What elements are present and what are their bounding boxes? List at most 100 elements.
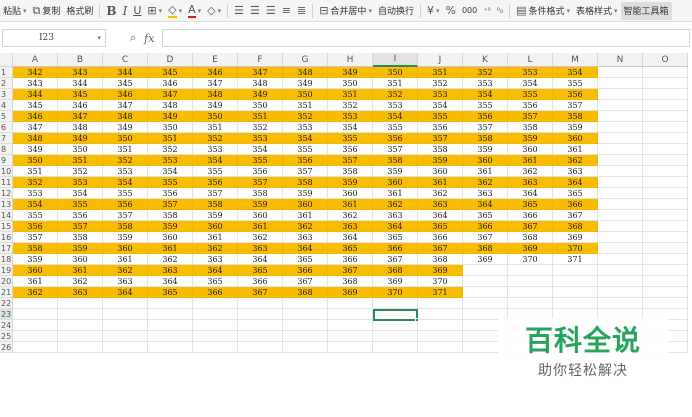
column-header-b[interactable]: B [58,53,103,67]
cell-i9[interactable]: 358 [373,155,418,166]
cell-d22[interactable] [148,298,193,309]
cell-h1[interactable]: 349 [328,67,373,78]
cell-c14[interactable]: 357 [103,210,148,221]
align-top-button[interactable]: ☰ [231,2,247,20]
row-header[interactable]: 8 [0,144,13,155]
cell-g7[interactable]: 354 [283,133,328,144]
cell-f14[interactable]: 360 [238,210,283,221]
select-all-corner[interactable] [0,53,13,67]
cell-i25[interactable] [373,331,418,342]
cell-j24[interactable] [418,320,463,331]
cell-m13[interactable]: 366 [553,199,598,210]
cell-g24[interactable] [283,320,328,331]
cell-m17[interactable]: 370 [553,243,598,254]
border-button[interactable]: ⊞ ▾ [144,2,165,20]
thousands-button[interactable]: 000 [459,2,480,20]
cell-i8[interactable]: 357 [373,144,418,155]
cell-j18[interactable]: 368 [418,254,463,265]
cell-g20[interactable]: 367 [283,276,328,287]
cell-h16[interactable]: 364 [328,232,373,243]
cell-o16[interactable] [643,232,688,243]
cell-c17[interactable]: 360 [103,243,148,254]
cell-d17[interactable]: 361 [148,243,193,254]
cell-g17[interactable]: 364 [283,243,328,254]
cell-b10[interactable]: 352 [58,166,103,177]
cell-j20[interactable]: 370 [418,276,463,287]
cell-a4[interactable]: 345 [13,100,58,111]
row-header[interactable]: 3 [0,89,13,100]
cell-l8[interactable]: 360 [508,144,553,155]
zoom-search-icon[interactable]: ⌕ [130,31,136,45]
cell-b16[interactable]: 358 [58,232,103,243]
cell-m3[interactable]: 356 [553,89,598,100]
cell-c5[interactable]: 348 [103,111,148,122]
cell-l15[interactable]: 367 [508,221,553,232]
cell-d21[interactable]: 365 [148,287,193,298]
cell-k7[interactable]: 358 [463,133,508,144]
cell-e22[interactable] [193,298,238,309]
cell-h7[interactable]: 355 [328,133,373,144]
cell-c13[interactable]: 356 [103,199,148,210]
cell-b19[interactable]: 361 [58,265,103,276]
cell-h21[interactable]: 369 [328,287,373,298]
cell-n6[interactable] [598,122,643,133]
cell-g2[interactable]: 349 [283,78,328,89]
row-header[interactable]: 24 [0,320,13,331]
cell-n4[interactable] [598,100,643,111]
cell-a7[interactable]: 348 [13,133,58,144]
cell-o14[interactable] [643,210,688,221]
cell-b20[interactable]: 362 [58,276,103,287]
cell-i3[interactable]: 352 [373,89,418,100]
cell-e10[interactable]: 355 [193,166,238,177]
cell-j25[interactable] [418,331,463,342]
cell-o1[interactable] [643,67,688,78]
cell-k22[interactable] [463,298,508,309]
row-header[interactable]: 14 [0,210,13,221]
cell-b23[interactable] [58,309,103,320]
underline-button[interactable]: U [130,2,144,20]
cell-g11[interactable]: 358 [283,177,328,188]
cell-f6[interactable]: 352 [238,122,283,133]
cell-e8[interactable]: 353 [193,144,238,155]
cell-k19[interactable] [463,265,508,276]
cell-a14[interactable]: 355 [13,210,58,221]
cell-b12[interactable]: 354 [58,188,103,199]
cell-c23[interactable] [103,309,148,320]
cell-i16[interactable]: 365 [373,232,418,243]
cell-l19[interactable] [508,265,553,276]
cell-c4[interactable]: 347 [103,100,148,111]
italic-button[interactable]: I [120,2,131,20]
cell-m7[interactable]: 360 [553,133,598,144]
cell-i6[interactable]: 355 [373,122,418,133]
cell-g25[interactable] [283,331,328,342]
insert-function-icon[interactable]: fx [144,32,154,45]
active-cell-selection[interactable] [373,309,419,322]
align-justify-button[interactable]: ≡ [279,2,294,20]
cell-o17[interactable] [643,243,688,254]
cell-f26[interactable] [238,342,283,353]
cell-n15[interactable] [598,221,643,232]
auto-wrap-button[interactable]: 自动换行 [375,2,417,20]
cell-b9[interactable]: 351 [58,155,103,166]
cell-f21[interactable]: 367 [238,287,283,298]
cell-f9[interactable]: 355 [238,155,283,166]
cell-j15[interactable]: 365 [418,221,463,232]
cell-j10[interactable]: 360 [418,166,463,177]
cell-k15[interactable]: 366 [463,221,508,232]
cell-n22[interactable] [598,298,643,309]
cell-c7[interactable]: 350 [103,133,148,144]
bold-button[interactable]: B [103,2,119,20]
cell-a1[interactable]: 342 [13,67,58,78]
cell-a12[interactable]: 353 [13,188,58,199]
cell-a26[interactable] [13,342,58,353]
cell-g16[interactable]: 363 [283,232,328,243]
cell-m20[interactable] [553,276,598,287]
cell-b2[interactable]: 344 [58,78,103,89]
cell-c10[interactable]: 353 [103,166,148,177]
cell-f4[interactable]: 350 [238,100,283,111]
cell-f10[interactable]: 356 [238,166,283,177]
percent-button[interactable]: % [442,2,458,20]
cell-j13[interactable]: 363 [418,199,463,210]
cell-b21[interactable]: 363 [58,287,103,298]
cell-k8[interactable]: 359 [463,144,508,155]
